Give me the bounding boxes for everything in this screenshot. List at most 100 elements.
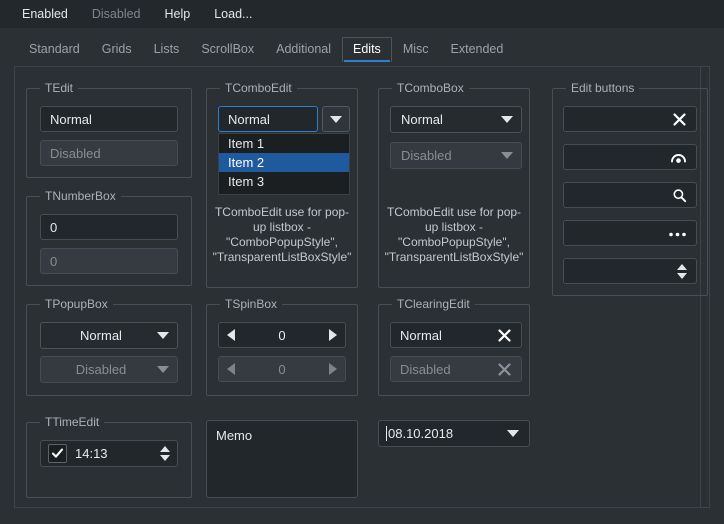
memo-value: Memo — [216, 428, 253, 443]
tedit-disabled-input: Disabled — [40, 140, 178, 166]
tab-grids[interactable]: Grids — [91, 37, 143, 64]
group-tspinbox: TSpinBox 0 0 — [206, 296, 358, 396]
editbutton-password-input[interactable] — [563, 144, 697, 170]
tcombobox-normal-select[interactable]: Normal — [390, 106, 522, 133]
tnumberbox-disabled-value: 0 — [50, 253, 58, 269]
dropdown-item-3[interactable]: Item 3 — [219, 172, 349, 191]
tspinbox-normal-value: 0 — [278, 327, 286, 343]
tcombobox-disabled-value: Disabled — [401, 148, 452, 163]
group-tspinbox-frame — [206, 304, 358, 396]
down-arrow-icon — [160, 455, 170, 461]
group-tcombobox: TComboBox Normal Disabled TComboEdit use… — [378, 80, 530, 288]
chevron-down-icon — [501, 116, 513, 123]
tspinbox-disabled-value: 0 — [278, 361, 286, 377]
group-tpopupbox: TPopupBox Normal Disabled — [26, 296, 192, 396]
right-arrow-icon[interactable] — [329, 329, 337, 341]
tedit-normal-input[interactable]: Normal — [40, 106, 178, 132]
left-arrow-icon[interactable] — [227, 329, 235, 341]
text-cursor — [386, 426, 387, 441]
tab-additional[interactable]: Additional — [265, 37, 342, 64]
tcomboedit-value: Normal — [228, 111, 270, 127]
group-edit-buttons: Edit buttons — [552, 80, 708, 296]
group-tspinbox-title: TSpinBox — [220, 296, 283, 312]
clear-icon — [497, 362, 512, 377]
group-tcombobox-title: TComboBox — [392, 80, 469, 96]
tcomboedit-note: TComboEdit use for pop-up listbox - "Com… — [212, 205, 352, 264]
tpopupbox-normal-value: Normal — [80, 328, 122, 343]
tspinbox-normal-input[interactable]: 0 — [218, 322, 346, 348]
chevron-down-icon — [330, 115, 342, 123]
group-tedit-title: TEdit — [40, 80, 79, 96]
date-value: 08.10.2018 — [388, 426, 454, 441]
dropdown-item-1[interactable]: Item 1 — [219, 134, 349, 153]
clear-icon[interactable] — [497, 328, 512, 343]
editbutton-ellipsis-input[interactable] — [563, 220, 697, 246]
group-ttimeedit-title: TTimeEdit — [40, 414, 105, 430]
clear-icon[interactable] — [672, 112, 687, 127]
group-tclearingedit-title: TClearingEdit — [392, 296, 475, 312]
chevron-down-icon[interactable] — [500, 430, 526, 437]
dropdown-item-2[interactable]: Item 2 — [219, 153, 349, 172]
tnumberbox-disabled-input: 0 — [40, 248, 178, 274]
tedit-normal-value: Normal — [50, 111, 92, 127]
tab-extended[interactable]: Extended — [440, 37, 515, 64]
menu-bar: Enabled Disabled Help Load... — [0, 0, 724, 28]
ttimeedit-checkbox[interactable] — [48, 444, 67, 463]
application-window: Enabled Disabled Help Load... Standard G… — [0, 0, 724, 524]
tab-scrollbox[interactable]: ScrollBox — [190, 37, 265, 64]
search-icon[interactable] — [672, 188, 687, 203]
tnumberbox-normal-value: 0 — [50, 219, 58, 235]
tcomboedit-input[interactable]: Normal — [218, 106, 318, 132]
ellipsis-icon[interactable] — [668, 229, 687, 238]
chevron-down-icon — [157, 332, 169, 339]
updown-icon[interactable] — [160, 446, 170, 461]
date-field[interactable]: 08.10.2018 — [378, 420, 530, 447]
tcombobox-normal-value: Normal — [401, 112, 443, 127]
chevron-down-icon — [501, 152, 513, 159]
tpopupbox-normal-select[interactable]: Normal — [40, 322, 178, 349]
editbutton-updown-input[interactable] — [563, 258, 697, 284]
tnumberbox-normal-input[interactable]: 0 — [40, 214, 178, 240]
tab-lists[interactable]: Lists — [143, 37, 191, 64]
editbutton-search-input[interactable] — [563, 182, 697, 208]
group-tedit: TEdit Normal Disabled — [26, 80, 192, 178]
group-tclearingedit: TClearingEdit Normal Disabled — [378, 296, 530, 396]
tab-edits[interactable]: Edits — [342, 37, 392, 64]
tpopupbox-disabled-select: Disabled — [40, 356, 178, 383]
menu-item-disabled: Disabled — [91, 7, 141, 21]
tcombobox-note: TComboEdit use for pop-up listbox - "Com… — [384, 205, 524, 264]
group-tnumberbox-title: TNumberBox — [40, 188, 121, 204]
tab-misc[interactable]: Misc — [392, 37, 440, 64]
tspinbox-disabled-input: 0 — [218, 356, 346, 382]
group-tclearingedit-frame — [378, 304, 530, 396]
chevron-down-icon — [157, 366, 169, 373]
group-ttimeedit: TTimeEdit 14:13 — [26, 414, 192, 498]
group-tcomboedit-title: TComboEdit — [220, 80, 297, 96]
updown-icon[interactable] — [677, 263, 687, 279]
group-tnumberbox: TNumberBox 0 0 — [26, 188, 192, 286]
menu-item-help[interactable]: Help — [153, 3, 203, 25]
menu-item-load[interactable]: Load... — [202, 3, 264, 25]
tclearingedit-normal-input[interactable]: Normal — [390, 322, 522, 348]
password-reveal-icon[interactable] — [670, 150, 687, 165]
tclearingedit-normal-value: Normal — [400, 327, 442, 343]
tab-strip: Standard Grids Lists ScrollBox Additiona… — [0, 28, 724, 64]
tcomboedit-dropdown-list[interactable]: Item 1 Item 2 Item 3 — [218, 133, 350, 195]
tab-standard[interactable]: Standard — [18, 37, 91, 64]
right-arrow-icon — [329, 363, 337, 375]
ttimeedit-input[interactable]: 14:13 — [40, 440, 178, 467]
tedit-disabled-value: Disabled — [50, 145, 101, 161]
down-arrow-icon — [677, 272, 687, 279]
chevron-down-glyph — [507, 430, 519, 437]
editbutton-clear-input[interactable] — [563, 106, 697, 132]
tcomboedit-dropdown-button[interactable] — [322, 106, 350, 132]
ttimeedit-value: 14:13 — [75, 446, 108, 461]
memo-field[interactable]: Memo — [206, 420, 358, 498]
up-arrow-icon — [677, 263, 687, 270]
group-tcomboedit: TComboEdit Normal Item 1 Item 2 Item 3 T… — [206, 80, 358, 288]
left-arrow-icon — [227, 363, 235, 375]
menu-item-enabled[interactable]: Enabled — [10, 3, 80, 25]
tpopupbox-disabled-value: Disabled — [75, 362, 127, 377]
up-arrow-icon — [160, 446, 170, 452]
tclearingedit-disabled-input: Disabled — [390, 356, 522, 382]
